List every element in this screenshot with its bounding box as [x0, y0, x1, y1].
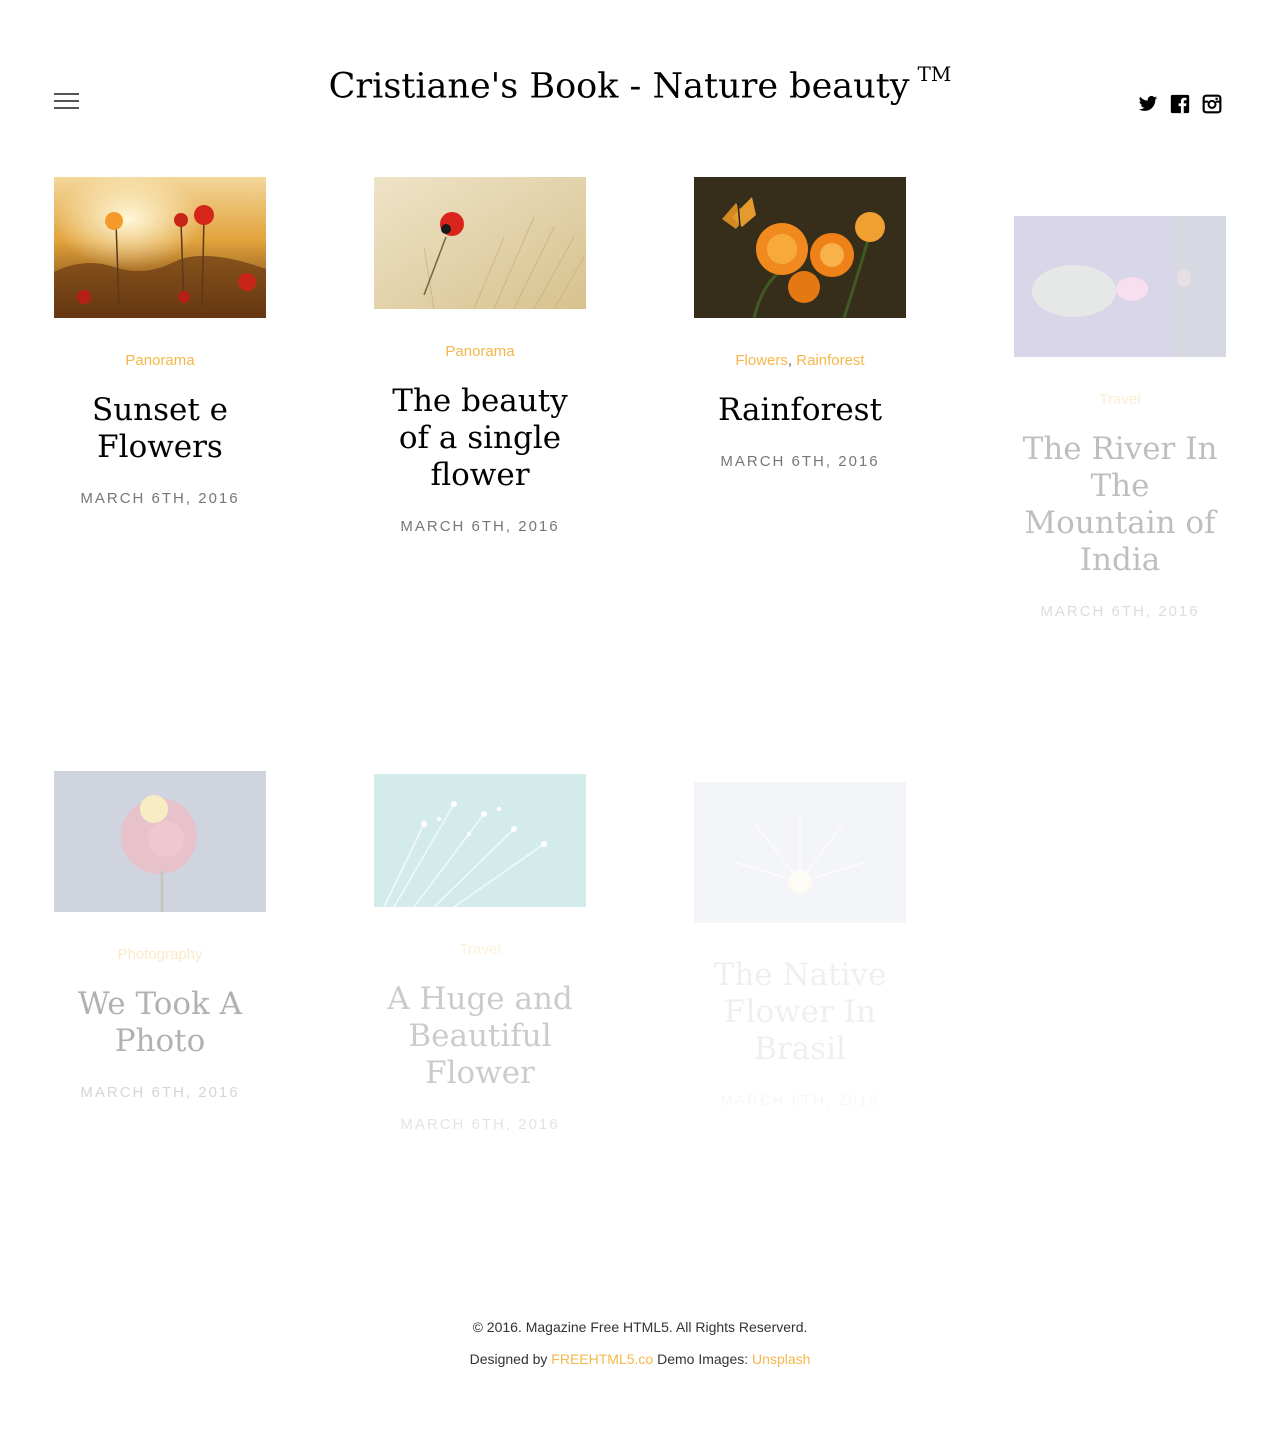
post-card[interactable]: Panorama Sunset e Flowers MARCH 6TH, 201… [54, 177, 266, 507]
copyright-text: © 2016. Magazine Free HTML5. All Rights … [472, 1319, 808, 1335]
post-date: MARCH 6TH, 2016 [1040, 603, 1200, 620]
post-card[interactable]: Photography We Took A Photo MARCH 6TH, 2… [54, 771, 266, 1101]
post-thumbnail[interactable] [694, 177, 906, 318]
post-date: MARCH 6TH, 2016 [400, 1116, 560, 1133]
post-thumbnail[interactable] [1014, 216, 1226, 357]
post-categories: Photography [54, 946, 266, 964]
post-title[interactable]: Rainforest [694, 392, 906, 429]
category-link[interactable]: Rainforest [796, 352, 864, 369]
facebook-icon[interactable] [1170, 94, 1190, 114]
post-title[interactable]: Sunset e Flowers [54, 392, 266, 466]
post-date: MARCH 6TH, 2016 [720, 1092, 880, 1109]
post-title[interactable]: The beauty of a single flower [374, 383, 586, 494]
trademark: TM [917, 62, 952, 86]
post-thumbnail[interactable] [374, 774, 586, 907]
post-card[interactable]: Panorama The beauty of a single flower M… [374, 177, 586, 535]
post-categories: Travel [374, 941, 586, 959]
post-categories: Flowers, Rainforest [735, 352, 865, 369]
designed-by-label: Designed by [469, 1351, 548, 1367]
post-thumbnail[interactable] [54, 771, 266, 912]
category-link[interactable]: Flowers [735, 352, 788, 369]
post-thumbnail[interactable] [374, 177, 586, 309]
post-card[interactable]: Flowers, Rainforest Rainforest MARCH 6TH… [694, 177, 906, 470]
demo-images-label: Demo Images: [657, 1351, 749, 1367]
post-card[interactable]: Travel The River In The Mountain of Indi… [1014, 216, 1226, 620]
post-categories: Panorama [374, 343, 586, 361]
post-categories: Panorama [54, 352, 266, 370]
post-date: MARCH 6TH, 2016 [80, 1084, 240, 1101]
twitter-icon[interactable] [1138, 94, 1158, 114]
instagram-icon[interactable] [1202, 94, 1222, 114]
post-card[interactable]: The Native Flower In Brasil MARCH 6TH, 2… [694, 782, 906, 1109]
footer: © 2016. Magazine Free HTML5. All Rights … [0, 1311, 1280, 1375]
designer-link[interactable]: FREEHTML5.co [551, 1351, 653, 1367]
category-link[interactable]: Panorama [125, 352, 194, 369]
post-thumbnail[interactable] [694, 782, 906, 923]
social-links [1138, 94, 1222, 114]
post-thumbnail[interactable] [54, 177, 266, 318]
site-title-text: Cristiane's Book - Nature beauty [328, 66, 910, 107]
category-link[interactable]: Photography [117, 946, 202, 963]
post-title[interactable]: We Took A Photo [54, 986, 266, 1060]
post-date: MARCH 6TH, 2016 [720, 453, 880, 470]
post-title[interactable]: The River In The Mountain of India [1014, 431, 1226, 579]
category-link[interactable]: Travel [459, 941, 500, 958]
site-title[interactable]: Cristiane's Book - Nature beauty TM [0, 62, 1280, 107]
post-date: MARCH 6TH, 2016 [80, 490, 240, 507]
post-categories: Travel [1014, 391, 1226, 409]
credits: Designed by FREEHTML5.co Demo Images: Un… [0, 1343, 1280, 1375]
post-title[interactable]: A Huge and Beautiful Flower [374, 981, 586, 1092]
post-title[interactable]: The Native Flower In Brasil [694, 957, 906, 1068]
images-source-link[interactable]: Unsplash [752, 1351, 810, 1367]
category-link[interactable]: Travel [1099, 391, 1140, 408]
post-date: MARCH 6TH, 2016 [400, 518, 560, 535]
category-link[interactable]: Panorama [445, 343, 514, 360]
post-card[interactable]: Travel A Huge and Beautiful Flower MARCH… [374, 774, 586, 1133]
